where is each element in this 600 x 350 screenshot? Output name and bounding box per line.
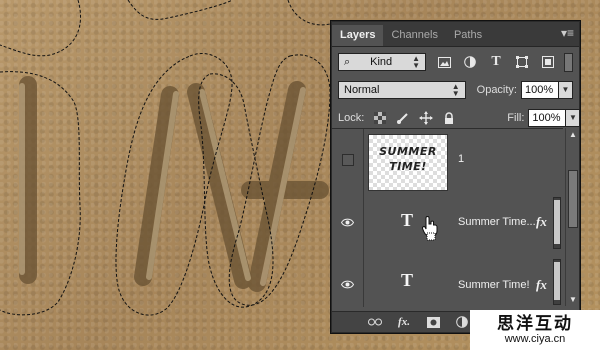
- lock-label: Lock:: [338, 112, 365, 124]
- layers-scrollbar[interactable]: ▲ ▼: [565, 128, 578, 306]
- blend-mode-select[interactable]: Normal ▲ ▼: [338, 81, 466, 99]
- layers-list: SUMMER TIME! 1 T Summer Time... fx T Sum…: [332, 128, 563, 307]
- add-layer-mask-icon[interactable]: [426, 315, 440, 329]
- lock-all-icon[interactable]: [441, 110, 457, 126]
- lock-image-pixels-icon[interactable]: [395, 110, 411, 126]
- smart-object-filter-icon[interactable]: [540, 54, 556, 70]
- adjustment-filter-icon[interactable]: [462, 54, 478, 70]
- blend-opacity-row: Normal ▲ ▼ Opacity: 100% ▼: [332, 76, 579, 104]
- visibility-toggle[interactable]: [332, 191, 364, 253]
- tab-channels[interactable]: Channels: [383, 25, 445, 46]
- tab-paths[interactable]: Paths: [446, 25, 490, 46]
- effects-expand-handle[interactable]: [553, 197, 561, 249]
- layer-name: Summer Time...: [458, 216, 536, 228]
- shape-filter-icon[interactable]: [514, 54, 530, 70]
- filter-toggle-switch[interactable]: [564, 52, 573, 72]
- watermark: 思洋互动 www.ciya.cn: [470, 310, 600, 350]
- fill-value[interactable]: 100%: [528, 109, 567, 127]
- text-layer-icon: T: [401, 270, 414, 290]
- fill-dropdown-icon[interactable]: ▼: [566, 109, 581, 127]
- eye-icon: [341, 280, 354, 288]
- filter-row: ⌕ Kind ▲ ▼ T: [332, 48, 579, 76]
- layer-row-2[interactable]: T Summer Time... fx: [332, 191, 563, 254]
- visibility-toggle[interactable]: [332, 253, 364, 307]
- fill-label: Fill:: [507, 112, 525, 124]
- kind-filter-select[interactable]: ⌕ Kind ▲ ▼: [338, 53, 426, 71]
- layer-row-1[interactable]: SUMMER TIME! 1: [332, 129, 563, 192]
- layers-panel: Layers Channels Paths ▾≡ ⌕ Kind ▲ ▼ T No…: [331, 21, 581, 333]
- opacity-field[interactable]: 100% ▼: [521, 81, 573, 99]
- opacity-value[interactable]: 100%: [521, 81, 559, 99]
- lock-position-icon[interactable]: [418, 110, 434, 126]
- new-adjustment-layer-icon[interactable]: [455, 315, 469, 329]
- thumbnail-text-line-1: SUMMER: [379, 145, 437, 158]
- thumbnail-text-line-2: TIME!: [389, 160, 427, 173]
- opacity-dropdown-icon[interactable]: ▼: [559, 81, 573, 99]
- effects-expand-handle[interactable]: [553, 259, 561, 305]
- scroll-thumb[interactable]: [568, 170, 578, 228]
- panel-tab-bar: Layers Channels Paths ▾≡: [332, 22, 579, 47]
- scroll-down-icon[interactable]: ▼: [569, 295, 577, 304]
- type-filter-icon[interactable]: T: [488, 54, 504, 70]
- panel-menu-icon[interactable]: ▾≡: [561, 27, 574, 39]
- visibility-toggle[interactable]: [332, 129, 364, 191]
- layer-effects-badge[interactable]: fx: [536, 214, 547, 230]
- watermark-title: 思洋互动: [497, 313, 573, 334]
- lock-transparent-pixels-icon[interactable]: [372, 110, 388, 126]
- layer-name: 1: [458, 153, 465, 165]
- select-arrows-icon: ▲ ▼: [412, 54, 420, 70]
- add-layer-style-icon[interactable]: fx.: [397, 315, 411, 329]
- layer-name: Summer Time!: [458, 279, 530, 291]
- layer-row-3[interactable]: T Summer Time! fx: [332, 253, 563, 307]
- eye-icon: [341, 218, 354, 226]
- cursor-hand-icon: [421, 216, 438, 241]
- select-arrows-icon: ▲ ▼: [451, 82, 460, 98]
- text-layer-icon: T: [401, 210, 414, 230]
- scroll-up-icon[interactable]: ▲: [569, 130, 577, 139]
- link-layers-icon[interactable]: [368, 315, 382, 329]
- opacity-label: Opacity:: [476, 84, 517, 96]
- image-filter-icon[interactable]: [436, 54, 452, 70]
- kind-label: Kind: [370, 56, 393, 68]
- layer-thumbnail: SUMMER TIME!: [368, 134, 448, 191]
- hidden-visibility-icon: [341, 154, 354, 166]
- blend-mode-value: Normal: [344, 84, 380, 96]
- search-icon: ⌕: [344, 55, 351, 68]
- fill-field[interactable]: 100% ▼: [528, 109, 581, 127]
- tab-layers[interactable]: Layers: [332, 25, 384, 46]
- watermark-url: www.ciya.cn: [504, 332, 566, 345]
- layer-effects-badge[interactable]: fx: [536, 277, 547, 293]
